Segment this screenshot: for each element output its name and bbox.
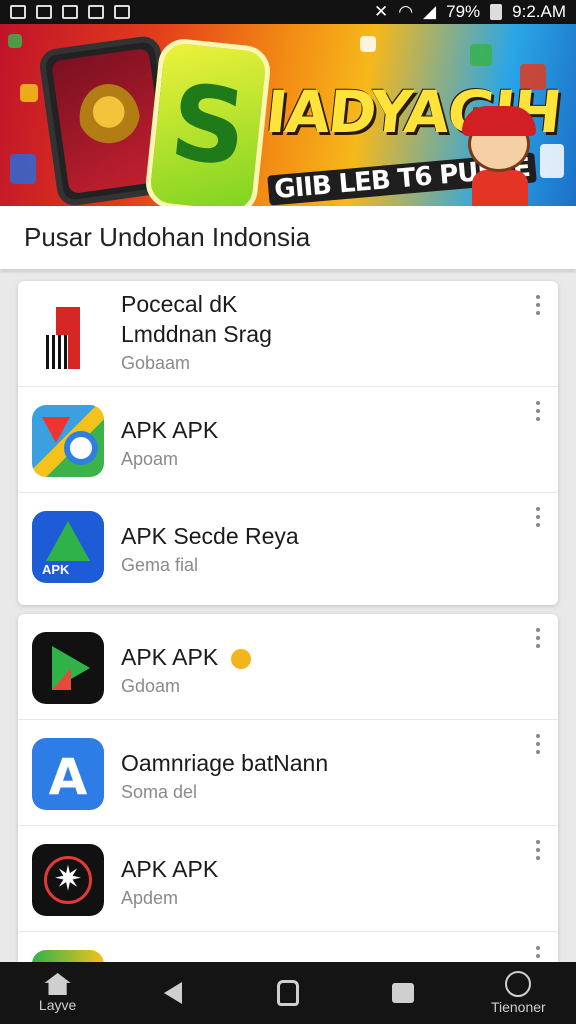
app-subtitle: Apoam bbox=[121, 449, 179, 469]
appstore-icon: A bbox=[32, 738, 104, 810]
app-list-card: Pocecal dK Lmddnan Srag Gobaam APK APK A… bbox=[18, 281, 558, 605]
list-item[interactable]: APK APK Gdoam bbox=[18, 614, 558, 720]
clock: 9:2.AM bbox=[512, 2, 566, 21]
mascot-illustration bbox=[458, 100, 540, 206]
camera-icon bbox=[62, 5, 78, 19]
nav-store[interactable] bbox=[248, 964, 328, 1022]
wifi-icon: ◠ bbox=[398, 2, 414, 21]
app-subtitle: Gema fial bbox=[121, 555, 199, 575]
more-options-icon[interactable] bbox=[532, 505, 544, 529]
page-header: Pusar Undohan Indonsia bbox=[0, 206, 576, 270]
shutter-icon: ✷ bbox=[32, 844, 104, 916]
nav-timer-label: Tienoner bbox=[490, 999, 546, 1015]
app-title: APK Secde Reya bbox=[121, 523, 299, 549]
list-item[interactable]: Pocecal dK Lmddnan Srag Gobaam bbox=[18, 281, 558, 387]
notification-icons bbox=[10, 5, 130, 19]
nav-recents[interactable] bbox=[363, 964, 443, 1022]
signal-icon: ◢ bbox=[423, 2, 437, 21]
mute-icon: ✕ bbox=[373, 2, 389, 21]
battery-percent: 79% bbox=[446, 2, 481, 21]
promo-banner[interactable]: S IADYAGIH GIIB LEB T6 PUBEE bbox=[0, 24, 576, 206]
nav-timer[interactable]: Tienoner bbox=[478, 964, 558, 1022]
more-options-icon[interactable] bbox=[532, 626, 544, 650]
icon-label: APK bbox=[42, 562, 70, 577]
close-box-icon bbox=[36, 5, 52, 19]
app-subtitle: Gdoam bbox=[121, 676, 181, 696]
more-options-icon[interactable] bbox=[532, 293, 544, 317]
app-title: APK APK bbox=[121, 417, 219, 443]
battery-icon bbox=[490, 4, 503, 20]
app-subtitle: Apdem bbox=[121, 888, 179, 908]
recents-icon bbox=[392, 983, 415, 1003]
app-list-card: APK APK Gdoam A Oamnriage batNann Soma d… bbox=[18, 614, 558, 974]
home-icon bbox=[44, 973, 71, 995]
emoji-icon bbox=[114, 5, 130, 19]
app-title: APK APK bbox=[121, 644, 219, 670]
more-options-icon[interactable] bbox=[532, 732, 544, 756]
list-item[interactable]: APK APK Secde Reya Gema fial bbox=[18, 493, 558, 599]
app-title: Pocecal dK bbox=[121, 291, 238, 317]
s-app-illustration: S bbox=[143, 36, 273, 206]
play-icon bbox=[32, 632, 104, 704]
bottom-navigation: Layve Tienoner bbox=[0, 962, 576, 1024]
maps-icon bbox=[32, 405, 104, 477]
nav-back[interactable] bbox=[133, 964, 213, 1022]
piano-icon bbox=[32, 299, 104, 371]
app-title: APK APK bbox=[121, 856, 219, 882]
list-item[interactable]: APK APK Apoam bbox=[18, 387, 558, 493]
status-bar: ✕ ◠ ◢ 79% 9:2.AM bbox=[0, 0, 576, 24]
nav-home-label: Layve bbox=[38, 997, 77, 1013]
vibe-icon bbox=[88, 5, 104, 19]
nav-home[interactable]: Layve bbox=[18, 964, 98, 1022]
drive-icon: APK bbox=[32, 511, 104, 583]
list-item[interactable]: A Oamnriage batNann Soma del bbox=[18, 720, 558, 826]
clock-icon bbox=[505, 971, 532, 997]
app-subtitle: Gobaam bbox=[121, 353, 191, 373]
gallery-icon bbox=[10, 5, 26, 19]
more-options-icon[interactable] bbox=[532, 838, 544, 862]
shopping-bag-icon bbox=[276, 980, 299, 1006]
list-item[interactable]: ✷ APK APK Apdem bbox=[18, 826, 558, 932]
app-title-line2: Lmddnan Srag bbox=[121, 321, 272, 347]
app-title: Oamnriage batNann bbox=[121, 750, 329, 776]
coin-icon bbox=[230, 648, 251, 669]
more-options-icon[interactable] bbox=[532, 399, 544, 423]
back-icon bbox=[163, 982, 182, 1004]
app-subtitle: Soma del bbox=[121, 782, 198, 802]
page-title: Pusar Undohan Indonsia bbox=[24, 222, 311, 252]
